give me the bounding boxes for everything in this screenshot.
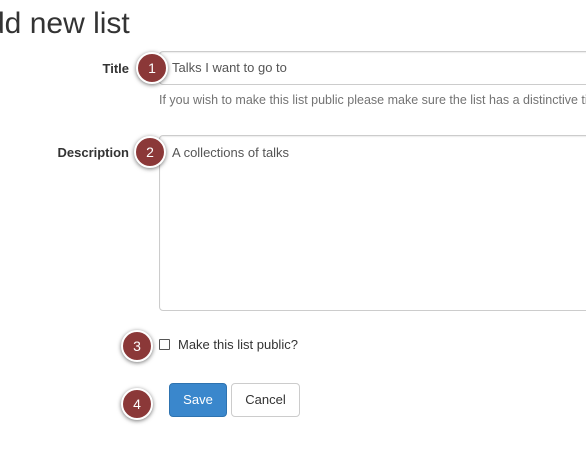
save-button[interactable]: Save bbox=[169, 383, 227, 417]
page-title: dd new list bbox=[0, 7, 130, 40]
public-checkbox[interactable] bbox=[159, 338, 170, 350]
description-label: Description bbox=[57, 145, 129, 160]
title-input[interactable]: Talks I want to go to bbox=[159, 51, 586, 85]
public-checkbox-row[interactable]: Make this list public? bbox=[159, 336, 298, 352]
cancel-button[interactable]: Cancel bbox=[231, 383, 300, 417]
step-callout-4: 4 bbox=[121, 388, 153, 420]
description-textarea[interactable]: A collections of talks bbox=[159, 135, 586, 311]
step-callout-3: 3 bbox=[121, 330, 153, 362]
public-checkbox-label[interactable]: Make this list public? bbox=[178, 337, 298, 352]
title-label: Title bbox=[102, 61, 130, 76]
step-callout-1: 1 bbox=[136, 52, 168, 84]
title-help-text: If you wish to make this list public ple… bbox=[159, 93, 586, 107]
step-callout-2: 2 bbox=[134, 136, 166, 168]
